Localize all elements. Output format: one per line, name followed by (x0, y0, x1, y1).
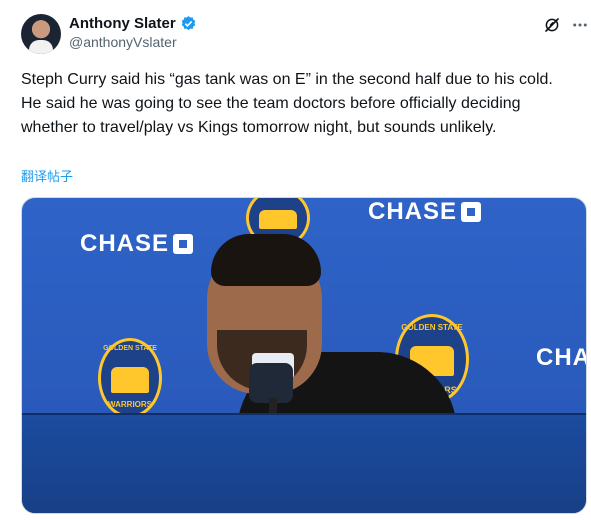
more-options-icon[interactable] (571, 16, 589, 34)
press-desk (22, 413, 586, 513)
tweet-header: Anthony Slater @anthonyVslater (21, 12, 591, 56)
grok-icon[interactable] (543, 16, 561, 34)
speaker-hair (211, 234, 321, 286)
author-handle[interactable]: @anthonyVslater (69, 33, 197, 52)
author-info: Anthony Slater @anthonyVslater (69, 14, 197, 52)
sponsor-banner-edge: CHA (536, 344, 587, 372)
warriors-logo-left: GOLDEN STATE WARRIORS (98, 338, 162, 418)
avatar[interactable] (21, 14, 61, 54)
author-name-text[interactable]: Anthony Slater (69, 14, 176, 33)
logo-top-text: GOLDEN STATE (103, 345, 157, 352)
sponsor-text: CHASE (368, 198, 458, 225)
chase-logo-icon (461, 202, 482, 222)
chase-logo-icon (173, 234, 194, 254)
author-display-name[interactable]: Anthony Slater (69, 14, 197, 33)
bridge-icon (111, 366, 149, 393)
tweet-media-image[interactable]: CHASE CHASE CHA GOLDEN STATE WARRIORS GO… (21, 197, 587, 514)
verified-badge-icon (181, 16, 195, 31)
sponsor-banner-right: CHASE (368, 198, 482, 226)
bridge-icon (259, 209, 297, 229)
translate-post-link[interactable]: 翻译帖子 (21, 166, 73, 185)
sponsor-text: CHASE (80, 230, 170, 257)
tweet-text: Steph Curry said his “gas tank was on E”… (21, 71, 553, 136)
sponsor-text-partial: CHA (536, 344, 587, 371)
sponsor-banner-left: CHASE (80, 230, 194, 258)
microphone-icon (249, 363, 293, 403)
logo-bottom-text: WARRIORS (108, 400, 152, 409)
